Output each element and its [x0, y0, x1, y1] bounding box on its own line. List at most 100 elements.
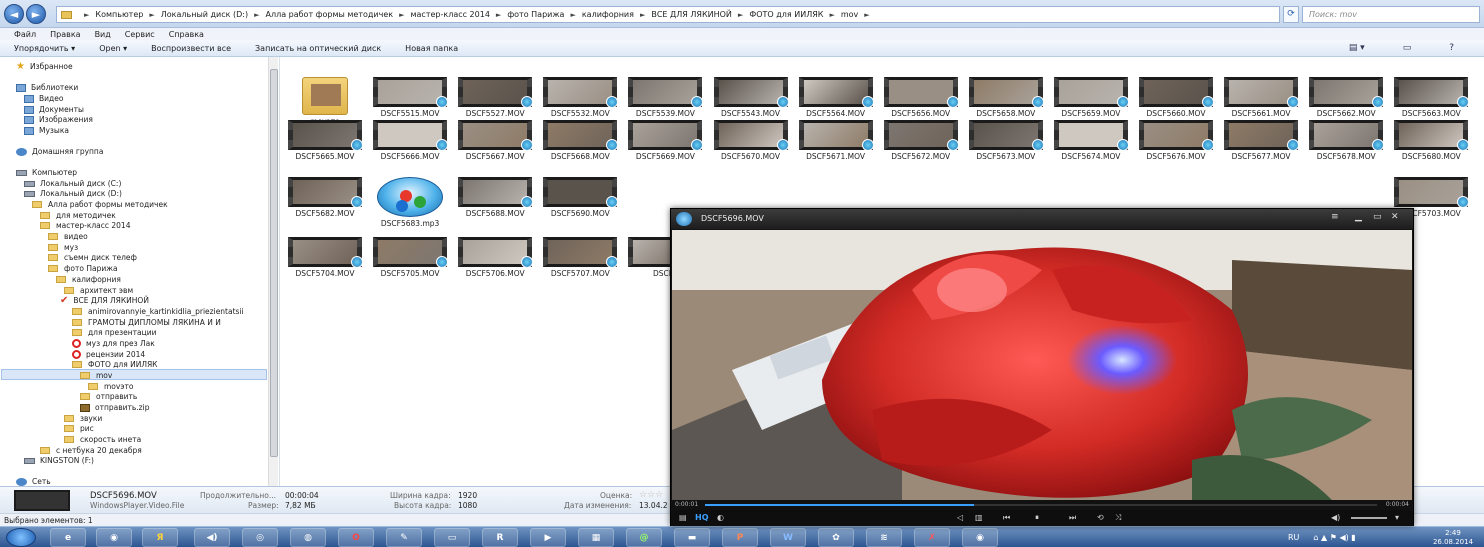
back-button[interactable]: ◄ — [4, 4, 24, 24]
tree-send-zip[interactable]: отправить.zip — [80, 402, 149, 413]
video-file-item[interactable]: DSCF5665.MOV — [283, 120, 367, 161]
crumb-mov[interactable]: mov — [841, 10, 858, 19]
video-player-window[interactable]: DSCF5696.MOV ≡ ▁ ▭ ✕ 0:00:01 0:00:04 ▤ H… — [670, 208, 1414, 526]
taskbar-player[interactable]: ◉ — [962, 528, 998, 547]
equalizer-icon[interactable]: ▥ — [975, 513, 983, 522]
video-file-item[interactable]: DSCF5666.MOV — [368, 120, 452, 161]
organize-button[interactable]: Упорядочить ▾ — [14, 44, 75, 53]
sidebar-scrollbar[interactable] — [268, 57, 278, 486]
taskbar-chrome[interactable]: ◎ — [242, 528, 278, 547]
taskbar-app-18[interactable]: ≋ — [866, 528, 902, 547]
close-icon[interactable]: ✕ — [1391, 212, 1399, 222]
video-file-item[interactable]: DSCF5672.MOV — [879, 120, 963, 161]
tree-lyakina[interactable]: ✔ ВСЕ ДЛЯ ЛЯКИНОЙ — [60, 295, 149, 306]
video-file-item[interactable]: DSCF5680.MOV — [1389, 120, 1473, 161]
play-all-button[interactable]: Воспроизвести все — [151, 44, 231, 53]
next-button[interactable]: ⏭ — [1069, 513, 1076, 523]
video-file-item[interactable]: DSCF5707.MOV — [538, 237, 622, 278]
video-file-item[interactable]: DSCF5663.MOV — [1389, 77, 1473, 118]
start-button[interactable] — [6, 528, 36, 547]
video-file-item[interactable]: DSCF5662.MOV — [1304, 77, 1388, 118]
video-file-item[interactable]: DSCF5671.MOV — [794, 120, 878, 161]
tree-alla[interactable]: Алла работ формы методичек — [32, 199, 168, 210]
volume-slider[interactable] — [1351, 517, 1387, 519]
video-file-item[interactable]: DSCF5661.MOV — [1219, 77, 1303, 118]
taskbar-mail[interactable]: @ — [626, 528, 662, 547]
taskbar-powerpoint[interactable]: P — [722, 528, 758, 547]
video-file-item[interactable]: DSCF5527.MOV — [453, 77, 537, 118]
taskbar-app-8[interactable]: ✎ — [386, 528, 422, 547]
video-file-item[interactable]: DSCF5678.MOV — [1304, 120, 1388, 161]
video-file-item[interactable]: DSCF5668.MOV — [538, 120, 622, 161]
tree-send[interactable]: отправить — [80, 391, 137, 402]
crumb-paris[interactable]: фото Парижа — [507, 10, 564, 19]
open-button[interactable]: Open ▾ — [99, 44, 127, 53]
preview-pane-icon[interactable]: ▭ — [1403, 43, 1412, 53]
tree-paris[interactable]: фото Парижа — [48, 263, 118, 274]
video-file-item[interactable]: DSCF5564.MOV — [794, 77, 878, 118]
previous-button[interactable]: ⏮ — [1003, 513, 1010, 523]
crumb-lyakina[interactable]: ВСЕ ДЛЯ ЛЯКИНОЙ — [651, 10, 732, 19]
burn-button[interactable]: Записать на оптический диск — [255, 44, 381, 53]
refresh-button[interactable]: ⟳ — [1283, 6, 1299, 23]
taskbar-app-9[interactable]: ▭ — [434, 528, 470, 547]
tray-icons[interactable]: ⌂ ▲ ⚑ ◀) ▮ — [1313, 533, 1355, 542]
taskbar-app-17[interactable]: ✿ — [818, 528, 854, 547]
taskbar-app-19[interactable]: ✗ — [914, 528, 950, 547]
breadcrumb[interactable]: ► Компьютер ► Локальный диск (D:) ► Алла р… — [56, 6, 1280, 23]
search-input[interactable]: Поиск: mov — [1302, 6, 1480, 23]
folder-item[interactable]: movэто — [283, 77, 367, 126]
video-file-item[interactable]: DSCF5539.MOV — [623, 77, 707, 118]
rating-stars[interactable]: ☆☆☆ — [639, 490, 663, 500]
player-title-bar[interactable]: DSCF5696.MOV ≡ ▁ ▭ ✕ — [671, 209, 1413, 229]
clock[interactable]: 2:49 26.08.2014 — [1430, 529, 1476, 547]
video-file-item[interactable]: DSCF5706.MOV — [453, 237, 537, 278]
tree-muz-lak[interactable]: муз для през Лак — [72, 338, 155, 349]
volume-icon[interactable]: ◀) — [1331, 513, 1340, 522]
tree-computer[interactable]: Компьютер — [16, 167, 77, 178]
taskbar-opera[interactable]: O — [338, 528, 374, 547]
new-folder-button[interactable]: Новая папка — [405, 44, 458, 53]
taskbar-volume-app[interactable]: ◀) — [194, 528, 230, 547]
crumb-drive-d[interactable]: Локальный диск (D:) — [161, 10, 248, 19]
pause-button[interactable]: ⏸ — [1035, 513, 1039, 523]
shuffle-icon[interactable]: ⤨ — [1115, 513, 1121, 523]
taskbar-ie[interactable]: e — [50, 528, 86, 547]
tree-master[interactable]: мастер-класс 2014 — [40, 220, 130, 231]
taskbar-explorer[interactable]: ▬ — [674, 528, 710, 547]
video-frame[interactable] — [672, 230, 1412, 500]
tree-phone[interactable]: съемн диск телеф — [48, 252, 137, 263]
crumb-master[interactable]: мастер-класс 2014 — [410, 10, 489, 19]
tree-animir[interactable]: animirovannyie_kartinkidlia_priezientats… — [72, 306, 244, 317]
view-options-icon[interactable]: ▤ ▾ — [1349, 43, 1365, 53]
taskbar-yandex[interactable]: Я — [142, 528, 178, 547]
tree-speed[interactable]: скорость инета — [64, 434, 141, 445]
video-file-item[interactable]: DSCF5660.MOV — [1134, 77, 1218, 118]
tree-drive-d[interactable]: Локальный диск (D:) — [24, 188, 122, 199]
crumb-california[interactable]: калифорния — [582, 10, 634, 19]
tree-video[interactable]: Видео — [24, 93, 63, 104]
language-indicator[interactable]: RU — [1288, 533, 1299, 542]
taskbar-firefox[interactable]: ◍ — [290, 528, 326, 547]
tree-video-folder[interactable]: видео — [48, 231, 88, 242]
forward-button[interactable]: ► — [26, 4, 46, 24]
menu-edit[interactable]: Правка — [50, 30, 80, 39]
help-icon[interactable]: ? — [1449, 43, 1454, 53]
crumb-foto[interactable]: ФОТО для ИИЛЯК — [749, 10, 823, 19]
tree-images[interactable]: Изображения — [24, 114, 93, 125]
seek-track[interactable] — [705, 504, 1377, 506]
video-file-item[interactable]: DSCF5656.MOV — [879, 77, 963, 118]
video-file-item[interactable]: DSCF5676.MOV — [1134, 120, 1218, 161]
video-file-item[interactable]: DSCF5674.MOV — [1049, 120, 1133, 161]
video-file-item[interactable]: DSCF5682.MOV — [283, 177, 367, 218]
tree-foto[interactable]: ФОТО для ИИЛЯК — [72, 359, 158, 370]
video-file-item[interactable]: DSCF5704.MOV — [283, 237, 367, 278]
video-file-item[interactable]: DSCF5669.MOV — [623, 120, 707, 161]
hq-toggle[interactable]: HQ — [695, 513, 709, 522]
playlist-icon[interactable]: ≡ — [1331, 212, 1339, 222]
scrollbar-thumb[interactable] — [270, 69, 278, 457]
tree-favorites[interactable]: ★ Избранное — [16, 61, 73, 72]
video-file-item[interactable]: DSCF5543.MOV — [709, 77, 793, 118]
tree-present[interactable]: для презентации — [72, 327, 156, 338]
video-file-item[interactable]: DSCF5673.MOV — [964, 120, 1048, 161]
